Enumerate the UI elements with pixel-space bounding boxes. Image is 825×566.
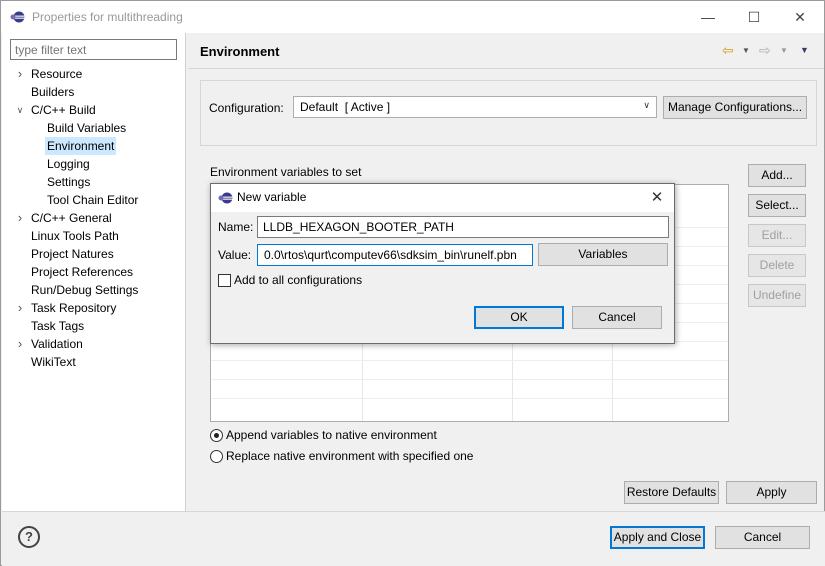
- tree-item[interactable]: › C/C++ General: [2, 209, 186, 227]
- cancel-button[interactable]: Cancel: [715, 526, 810, 549]
- tree-item[interactable]: WikiText: [2, 353, 186, 371]
- edit-button[interactable]: Edit...: [748, 224, 806, 247]
- row-divider: [211, 379, 728, 380]
- back-arrow-icon[interactable]: ⇦: [722, 42, 734, 59]
- configuration-value: Default [ Active ]: [300, 100, 391, 114]
- dialog-title: New variable: [237, 190, 307, 204]
- tree-item-label: Tool Chain Editor: [47, 193, 139, 207]
- value-field[interactable]: 0.0\rtos\qurt\computev66\sdksim_bin\rune…: [257, 244, 533, 266]
- tree-item[interactable]: Task Tags: [2, 317, 186, 335]
- tree-item-label: Task Repository: [31, 301, 117, 315]
- configuration-label: Configuration:: [209, 101, 284, 115]
- apply-and-close-button[interactable]: Apply and Close: [610, 526, 705, 549]
- tree-item[interactable]: ∨ C/C++ Build: [2, 101, 186, 119]
- dialog-close-icon[interactable]: ✕: [640, 184, 674, 212]
- tree-item-label: Environment: [45, 137, 117, 155]
- replace-env-label: Replace native environment with specifie…: [226, 449, 474, 463]
- tree-item[interactable]: Settings: [2, 173, 186, 191]
- dialog-footer: ? Apply and Close Cancel: [2, 511, 825, 566]
- eclipse-app-icon: [218, 192, 233, 204]
- tree-item-label: WikiText: [31, 355, 76, 369]
- tree-item[interactable]: Environment: [2, 137, 186, 155]
- row-divider: [211, 360, 728, 361]
- tree-item-label: C/C++ Build: [31, 103, 96, 117]
- tree-item-label: C/C++ General: [31, 211, 112, 225]
- tree-item[interactable]: › Validation: [2, 335, 186, 353]
- title-bar: Properties for multithreading — ☐ ✕: [1, 1, 824, 33]
- close-icon[interactable]: ✕: [777, 1, 823, 33]
- tree-item-label: Task Tags: [31, 319, 85, 333]
- tree-item[interactable]: Logging: [2, 155, 186, 173]
- chevron-right-icon[interactable]: ›: [14, 209, 26, 227]
- tree-item[interactable]: › Resource: [2, 65, 186, 83]
- tree-item-label: Logging: [47, 157, 90, 171]
- back-menu-chevron-icon[interactable]: ▼: [742, 46, 750, 55]
- tree-item[interactable]: Run/Debug Settings: [2, 281, 186, 299]
- window-title: Properties for multithreading: [32, 10, 183, 24]
- name-label: Name:: [218, 220, 254, 234]
- apply-button[interactable]: Apply: [726, 481, 817, 504]
- eclipse-app-icon: [10, 11, 25, 23]
- header-divider: [188, 68, 824, 69]
- tree-item-label: Validation: [31, 337, 83, 351]
- chevron-right-icon[interactable]: ›: [14, 299, 26, 317]
- chevron-down-icon: ∨: [643, 100, 650, 110]
- radio-unselected-indicator: [210, 450, 223, 463]
- tree-item[interactable]: › Task Repository: [2, 299, 186, 317]
- tree-item[interactable]: Project References: [2, 263, 186, 281]
- forward-arrow-icon[interactable]: ⇨: [759, 42, 771, 59]
- tree-item[interactable]: Linux Tools Path: [2, 227, 186, 245]
- dialog-cancel-button[interactable]: Cancel: [572, 306, 662, 329]
- minimize-icon[interactable]: —: [685, 1, 731, 33]
- append-env-label: Append variables to native environment: [226, 428, 437, 442]
- configuration-combo[interactable]: Default [ Active ] ∨: [293, 96, 657, 118]
- name-field[interactable]: LLDB_HEXAGON_BOOTER_PATH: [257, 216, 669, 238]
- navigation-pane: › Resource Builders ∨ C/C++ Build Build Varia…: [2, 33, 186, 511]
- view-menu-icon[interactable]: ▼: [800, 45, 809, 55]
- forward-menu-chevron-icon[interactable]: ▼: [780, 46, 788, 55]
- tree-item[interactable]: Tool Chain Editor: [2, 191, 186, 209]
- page-title: Environment: [200, 44, 280, 59]
- chevron-right-icon[interactable]: ›: [14, 65, 26, 83]
- manage-configurations-button[interactable]: Manage Configurations...: [663, 96, 807, 119]
- checkbox-box: [218, 274, 231, 287]
- ok-button[interactable]: OK: [474, 306, 564, 329]
- dialog-title-bar: New variable ✕: [211, 184, 674, 212]
- undefine-button[interactable]: Undefine: [748, 284, 806, 307]
- tree-item-label: Resource: [31, 67, 83, 81]
- variables-button[interactable]: Variables: [538, 243, 668, 266]
- env-vars-label: Environment variables to set: [210, 165, 362, 179]
- value-label: Value:: [218, 248, 252, 262]
- chevron-right-icon[interactable]: ›: [14, 335, 26, 353]
- tree-item[interactable]: Project Natures: [2, 245, 186, 263]
- configuration-group: Configuration: Default [ Active ] ∨ Mana…: [200, 80, 817, 146]
- tree-item-label: Linux Tools Path: [31, 229, 119, 243]
- tree-item-label: Run/Debug Settings: [31, 283, 139, 297]
- tree-item[interactable]: Build Variables: [2, 119, 186, 137]
- filter-input[interactable]: [10, 39, 177, 60]
- tree-item-label: Project References: [31, 265, 134, 279]
- row-divider: [211, 398, 728, 399]
- restore-defaults-button[interactable]: Restore Defaults: [624, 481, 719, 504]
- maximize-icon[interactable]: ☐: [731, 1, 777, 33]
- new-variable-dialog: New variable ✕ Name: LLDB_HEXAGON_BOOTER…: [210, 183, 675, 344]
- tree-item-label: Project Natures: [31, 247, 114, 261]
- add-to-all-configurations-label: Add to all configurations: [234, 273, 363, 287]
- page-nav-controls: ⇦ ▼ ⇨ ▼ ▼: [722, 42, 817, 60]
- select-button[interactable]: Select...: [748, 194, 806, 217]
- radio-selected-indicator: [210, 429, 223, 442]
- help-icon[interactable]: ?: [18, 526, 40, 548]
- tree-item[interactable]: Builders: [2, 83, 186, 101]
- tree-item-label: Build Variables: [47, 121, 127, 135]
- delete-button[interactable]: Delete: [748, 254, 806, 277]
- add-button[interactable]: Add...: [748, 164, 806, 187]
- property-tree: › Resource Builders ∨ C/C++ Build Build Varia…: [2, 65, 186, 371]
- tree-item-label: Settings: [47, 175, 91, 189]
- chevron-down-icon[interactable]: ∨: [14, 101, 26, 119]
- tree-item-label: Builders: [31, 85, 75, 99]
